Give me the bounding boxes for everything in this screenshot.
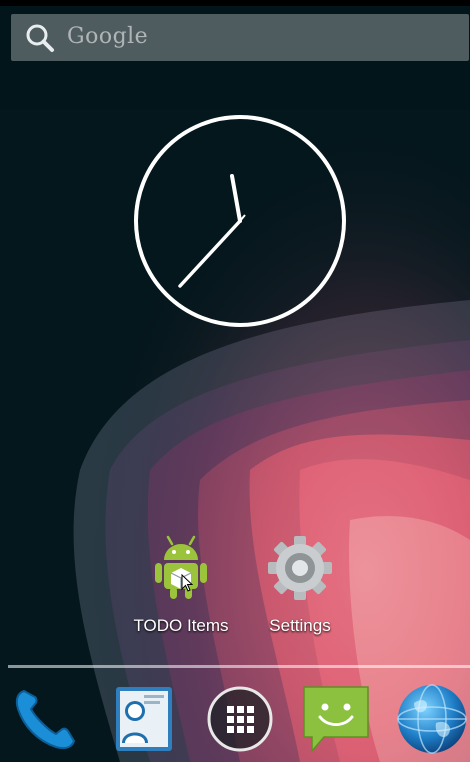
app-settings[interactable]: Settings xyxy=(240,532,360,636)
message-icon[interactable] xyxy=(300,683,372,755)
app-label: TODO Items xyxy=(133,616,229,635)
search-placeholder: Google xyxy=(67,24,149,49)
mouse-cursor-icon xyxy=(181,574,193,592)
phone-icon[interactable] xyxy=(10,683,82,755)
app-label: Settings xyxy=(269,616,331,635)
all-apps-icon[interactable] xyxy=(204,683,276,755)
google-search-bar[interactable]: Google xyxy=(11,14,469,61)
contacts-icon[interactable] xyxy=(108,683,180,755)
search-icon xyxy=(26,24,54,52)
status-bar xyxy=(0,0,470,6)
dock-divider xyxy=(8,665,470,668)
analog-clock-widget[interactable] xyxy=(131,112,349,330)
gear-icon xyxy=(268,536,332,600)
globe-icon[interactable] xyxy=(396,683,468,755)
